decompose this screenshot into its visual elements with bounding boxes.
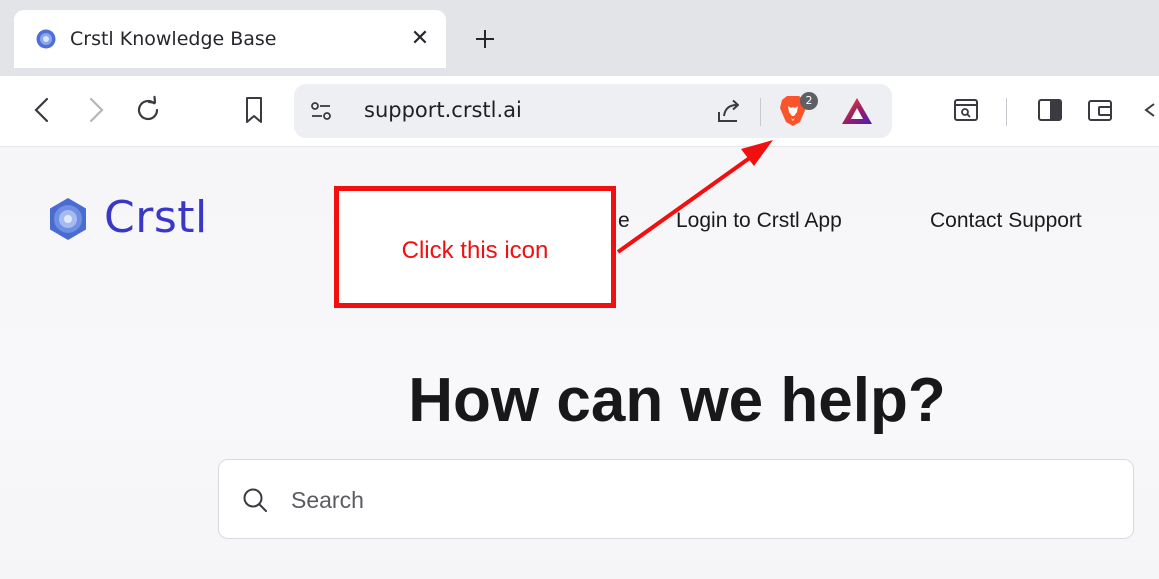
- tab-close-icon[interactable]: ✕: [408, 26, 432, 50]
- address-bar-divider: [760, 98, 761, 126]
- nav-contact-support-link[interactable]: Contact Support: [930, 209, 1082, 233]
- share-icon[interactable]: [714, 96, 744, 126]
- search-icon: [243, 488, 267, 512]
- site-settings-icon[interactable]: [308, 98, 334, 124]
- logo-text: Crstl: [104, 192, 208, 243]
- share-menu-partial-icon[interactable]: [1140, 94, 1159, 126]
- hero-title: How can we help?: [408, 366, 946, 435]
- tab-strip: Crstl Knowledge Base ✕: [0, 0, 1159, 76]
- crstl-logo[interactable]: Crstl: [46, 192, 246, 246]
- toolbar-divider: [1006, 98, 1007, 126]
- reader-mode-icon[interactable]: [950, 94, 982, 126]
- crstl-favicon-icon: [36, 29, 56, 49]
- new-tab-plus-icon[interactable]: [470, 24, 500, 54]
- tab-title: Crstl Knowledge Base: [70, 28, 277, 50]
- nav-link-partial[interactable]: e: [618, 209, 630, 233]
- search-input[interactable]: [289, 480, 1093, 520]
- bookmark-icon[interactable]: [238, 94, 270, 126]
- search-box[interactable]: [218, 459, 1134, 539]
- back-arrow-icon[interactable]: [26, 94, 58, 126]
- shield-count-badge: 2: [800, 92, 818, 110]
- nav-login-link[interactable]: Login to Crstl App: [676, 209, 842, 233]
- annotation-callout-box: Click this icon: [334, 186, 616, 308]
- browser-toolbar: support.crstl.ai 2: [0, 76, 1159, 147]
- wallet-icon[interactable]: [1084, 94, 1116, 126]
- address-bar[interactable]: support.crstl.ai 2: [294, 84, 892, 138]
- reload-icon[interactable]: [132, 94, 164, 126]
- annotation-text: Click this icon: [401, 237, 549, 264]
- sidebar-toggle-icon[interactable]: [1034, 94, 1066, 126]
- browser-tab[interactable]: Crstl Knowledge Base ✕: [14, 10, 446, 68]
- url-text[interactable]: support.crstl.ai: [364, 98, 522, 122]
- brave-rewards-triangle-icon[interactable]: [840, 96, 874, 126]
- forward-arrow-icon[interactable]: [80, 94, 112, 126]
- crstl-logo-mark-icon: [50, 198, 86, 240]
